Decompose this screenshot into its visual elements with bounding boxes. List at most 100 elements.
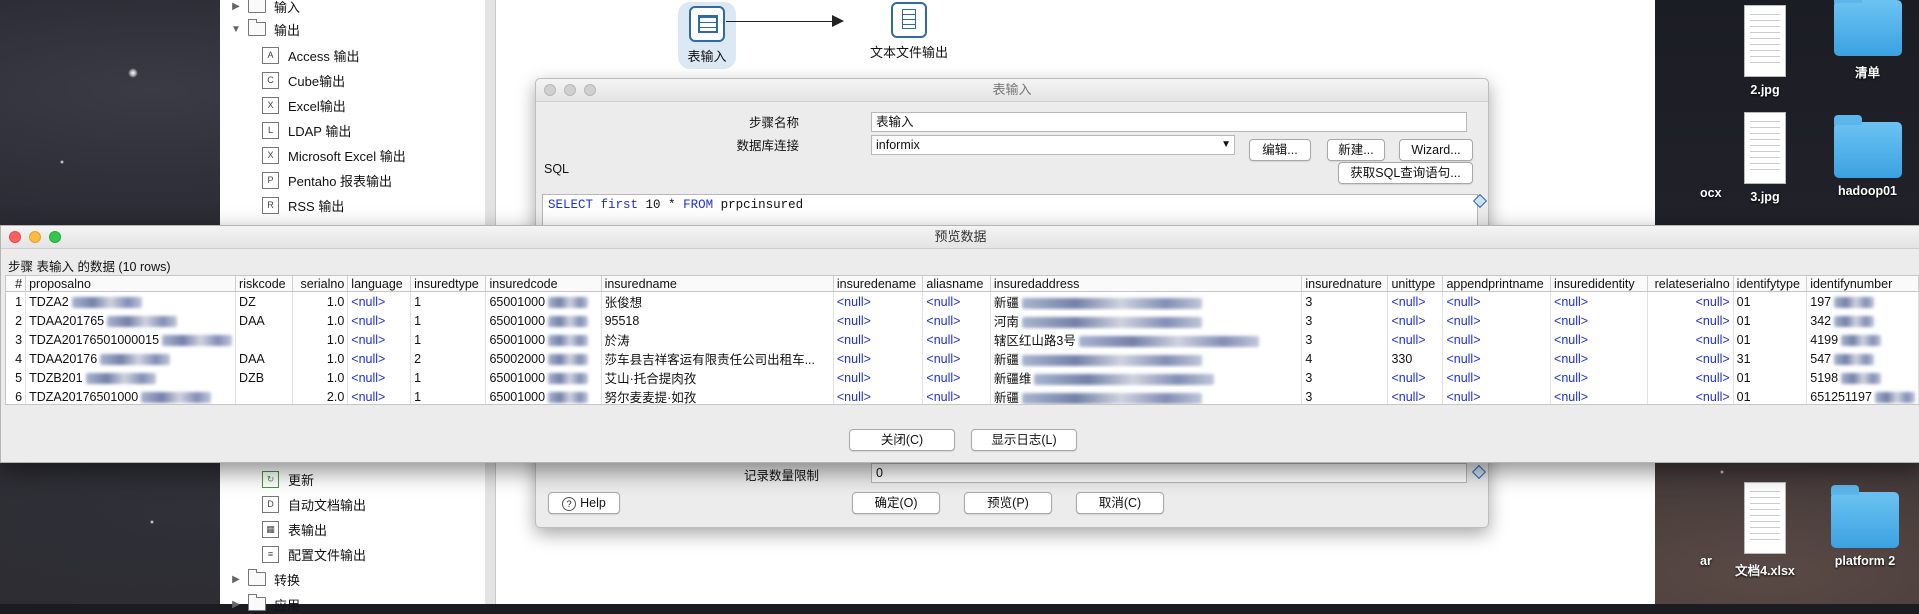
table-cell[interactable]: 65001000 [485, 387, 602, 404]
table-cell[interactable]: 1.0 [292, 349, 349, 368]
tree-step-pentaho-report-output[interactable]: P Pentaho 报表输出 [262, 170, 392, 190]
table-cell[interactable]: <null> [1387, 368, 1444, 387]
table-row[interactable]: 5 TDZB201 DZB 1.0 <null> 1 65001000 艾山·托合提肉孜 <nu… [6, 368, 1919, 387]
table-cell[interactable]: 1.0 [292, 368, 349, 387]
show-log-button[interactable]: 显示日志(L) [971, 429, 1077, 451]
tree-step-autodoc-output[interactable]: D 自动文档输出 [262, 494, 366, 514]
table-cell[interactable]: 1 [410, 387, 487, 404]
column-header[interactable]: identifytype [1733, 276, 1808, 292]
table-cell[interactable]: 95518 [601, 311, 834, 330]
table-cell[interactable]: 65001000 [485, 291, 602, 311]
preview-button[interactable]: 预览(P) [964, 492, 1052, 514]
table-cell[interactable]: <null> [1550, 387, 1649, 404]
tree-folder-input[interactable]: ▶ 输入 [230, 0, 300, 16]
close-preview-button[interactable]: 关闭(C) [849, 429, 955, 451]
column-header[interactable]: insuredidentity [1550, 276, 1649, 292]
column-header[interactable]: insuredname [601, 276, 834, 292]
column-header[interactable]: insurednature [1301, 276, 1389, 292]
table-cell[interactable]: 5 [6, 368, 27, 387]
table-cell[interactable]: <null> [922, 311, 991, 330]
table-cell[interactable]: 3 [1301, 291, 1389, 311]
table-cell[interactable]: <null> [1387, 311, 1444, 330]
table-cell[interactable]: TDAA201765 [25, 311, 237, 330]
column-header[interactable]: relateserialno [1647, 276, 1734, 292]
table-cell[interactable]: <null> [347, 330, 412, 349]
new-connection-button[interactable]: 新建... [1327, 139, 1385, 161]
tree-step-table-output[interactable]: ▦ 表输出 [262, 519, 327, 539]
desktop-folder-hadoop01[interactable]: hadoop01 [1820, 115, 1915, 198]
table-cell[interactable]: <null> [922, 387, 991, 404]
table-cell[interactable]: <null> [833, 291, 924, 311]
minimize-window-button[interactable] [564, 84, 576, 96]
table-cell[interactable]: TDZB201 [25, 368, 237, 387]
step-name-field[interactable]: 表输入 [871, 112, 1467, 132]
chevron-right-icon[interactable]: ▶ [230, 599, 242, 610]
table-cell[interactable]: 197 [1806, 291, 1919, 311]
column-header[interactable]: insuredcode [485, 276, 602, 292]
tree-folder-output[interactable]: ▼ 输出 [230, 19, 300, 39]
help-button[interactable]: ? Help [548, 492, 620, 514]
table-cell[interactable]: <null> [1550, 330, 1649, 349]
table-cell[interactable]: <null> [347, 387, 412, 404]
table-cell[interactable] [235, 330, 294, 349]
column-header[interactable]: serialno [292, 276, 349, 292]
ok-button[interactable]: 确定(O) [852, 492, 940, 514]
desktop-folder-qingdan[interactable]: 清单 [1820, 0, 1915, 81]
close-window-button[interactable] [9, 231, 21, 243]
table-cell[interactable]: 4 [1301, 349, 1389, 368]
table-cell[interactable]: <null> [1442, 311, 1552, 330]
table-cell[interactable]: <null> [1647, 330, 1734, 349]
table-cell[interactable]: 330 [1387, 349, 1444, 368]
table-cell[interactable]: 新疆维 [990, 368, 1303, 387]
table-cell[interactable] [235, 387, 294, 404]
table-cell[interactable]: 4 [6, 349, 27, 368]
table-cell[interactable]: 3 [6, 330, 27, 349]
table-row[interactable]: 1 TDZA2 DZ 1.0 <null> 1 65001000 张俊想 <null> <null… [6, 291, 1919, 311]
table-cell[interactable]: <null> [1387, 387, 1444, 404]
tree-step-cube-output[interactable]: C Cube输出 [262, 70, 345, 90]
table-cell[interactable]: 651251197 [1806, 387, 1919, 404]
column-header[interactable]: aliasname [922, 276, 991, 292]
table-cell[interactable]: <null> [833, 330, 924, 349]
column-header[interactable]: unittype [1387, 276, 1444, 292]
table-cell[interactable]: <null> [1647, 387, 1734, 404]
tree-step-excel-output[interactable]: X Excel输出 [262, 95, 346, 115]
canvas-step-table-input[interactable]: 表输入 [678, 2, 736, 69]
table-cell[interactable]: <null> [1550, 291, 1649, 311]
table-cell[interactable]: 莎车县吉祥客运有限责任公司出租车... [601, 349, 834, 368]
table-cell[interactable]: DAA [235, 311, 294, 330]
tree-step-ldap-output[interactable]: L LDAP 输出 [262, 120, 351, 140]
table-cell[interactable]: <null> [1442, 349, 1552, 368]
table-cell[interactable]: <null> [1550, 349, 1649, 368]
column-header[interactable]: identifynumber [1806, 276, 1919, 292]
column-header[interactable]: insuredtype [410, 276, 487, 292]
table-cell[interactable]: 547 [1806, 349, 1919, 368]
table-cell[interactable]: DAA [235, 349, 294, 368]
table-cell[interactable]: 4199 [1806, 330, 1919, 349]
table-cell[interactable]: TDZA20176501000015 [25, 330, 237, 349]
table-cell[interactable]: 01 [1733, 311, 1808, 330]
table-cell[interactable]: <null> [833, 368, 924, 387]
table-cell[interactable]: 3 [1301, 330, 1389, 349]
table-cell[interactable]: 1.0 [292, 291, 349, 311]
table-cell[interactable]: 65002000 [485, 349, 602, 368]
table-cell[interactable]: <null> [347, 311, 412, 330]
table-cell[interactable]: <null> [1647, 311, 1734, 330]
table-cell[interactable]: 65001000 [485, 311, 602, 330]
table-cell[interactable]: <null> [1550, 368, 1649, 387]
table-cell[interactable]: TDZA2 [25, 291, 237, 311]
connection-select[interactable]: informix ▼ [871, 135, 1235, 155]
close-window-button[interactable] [544, 84, 556, 96]
table-cell[interactable]: <null> [1387, 330, 1444, 349]
table-cell[interactable]: 01 [1733, 330, 1808, 349]
column-header[interactable]: insuredaddress [990, 276, 1303, 292]
table-row[interactable]: 3 TDZA20176501000015 1.0 <null> 1 65001000 於涛 <… [6, 330, 1919, 349]
table-cell[interactable]: TDZA20176501000 [25, 387, 237, 404]
table-cell[interactable]: 河南 [990, 311, 1303, 330]
table-cell[interactable]: 新疆 [990, 387, 1303, 404]
table-cell[interactable]: <null> [922, 291, 991, 311]
table-cell[interactable]: 342 [1806, 311, 1919, 330]
chevron-down-icon[interactable]: ▼ [230, 24, 242, 35]
table-cell[interactable]: <null> [347, 349, 412, 368]
tree-step-properties-output[interactable]: ≡ 配置文件输出 [262, 544, 366, 564]
